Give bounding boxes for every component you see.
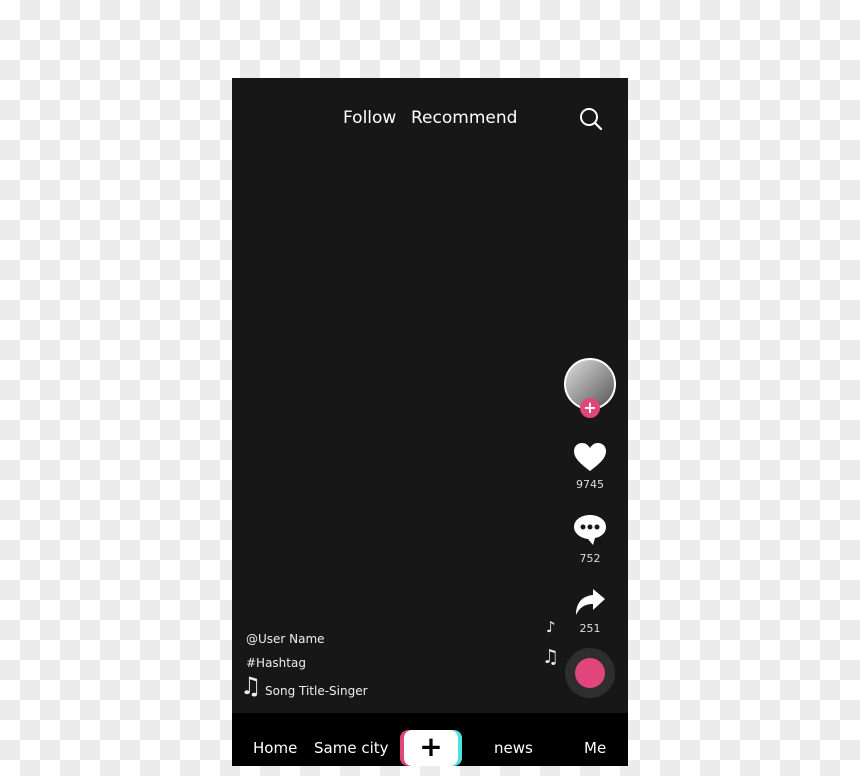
tab-follow[interactable]: Follow (343, 108, 396, 128)
music-notes-icon: ♫ (542, 646, 560, 668)
share-count: 251 (579, 622, 601, 635)
follow-plus-button[interactable]: + (580, 398, 600, 418)
nav-news[interactable]: news (494, 739, 533, 757)
phone-screen: Follow Recommend + 9745 752 251 ♪ ♫ @Use… (232, 78, 628, 766)
bottom-nav: Home Same city + news Me (232, 713, 628, 766)
comment-button[interactable]: 752 (562, 514, 618, 565)
top-tabs: Follow Recommend (232, 108, 628, 132)
nav-me[interactable]: Me (584, 739, 606, 757)
like-count: 9745 (576, 478, 604, 491)
song-title[interactable]: Song Title-Singer (265, 684, 368, 698)
create-button[interactable]: + (404, 730, 458, 766)
username[interactable]: @User Name (246, 632, 325, 646)
music-note-icon: ♪ (546, 618, 556, 636)
nav-home[interactable]: Home (253, 739, 297, 757)
tab-recommend[interactable]: Recommend (411, 108, 517, 128)
share-icon (576, 589, 605, 615)
hashtag[interactable]: #Hashtag (246, 656, 306, 670)
comment-icon (574, 515, 606, 545)
like-button[interactable]: 9745 (562, 442, 618, 491)
share-button[interactable]: 251 (562, 588, 618, 635)
search-icon[interactable] (578, 106, 604, 132)
heart-icon (574, 443, 606, 471)
music-disc-button[interactable] (565, 648, 615, 698)
comment-count: 752 (579, 552, 601, 565)
music-icon: ♫ (240, 672, 262, 700)
nav-same-city[interactable]: Same city (314, 739, 389, 757)
